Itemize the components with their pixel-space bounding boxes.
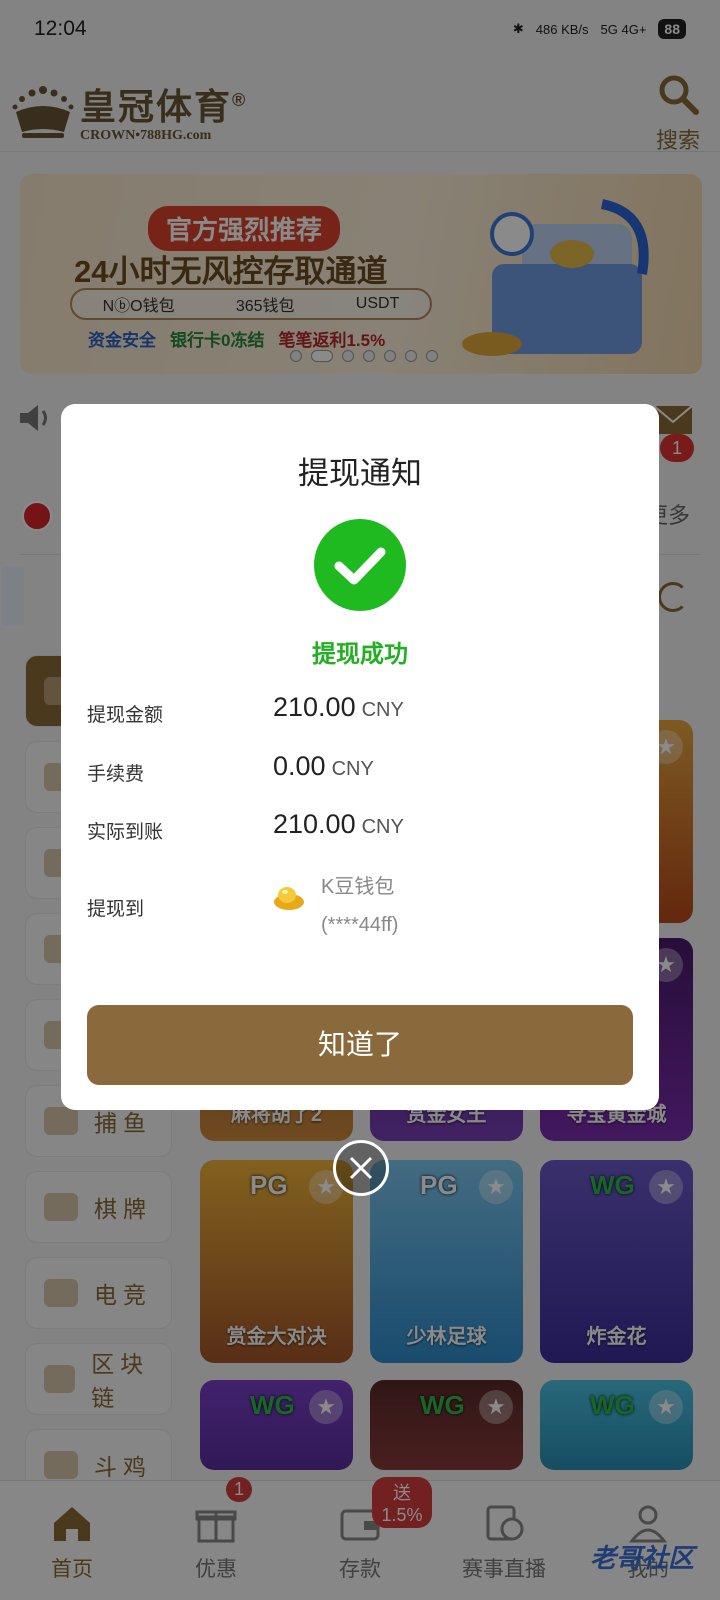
destination-row: 提现到 K豆钱包 (****44ff) <box>87 868 627 944</box>
row-label: 实际到账 <box>87 822 164 843</box>
row-unit: CNY <box>331 758 374 780</box>
destination-wallet: K豆钱包 (****44ff) <box>271 868 398 944</box>
row-value: 210.00 <box>273 809 356 839</box>
withdrawal-dialog: 提现通知 提现成功 提现金额 210.00 CNY 手续费 0.00 CNY 实际到… <box>61 404 659 1110</box>
close-icon <box>349 1156 373 1180</box>
row-value: 0.00 <box>273 751 326 781</box>
success-check-icon <box>314 519 406 611</box>
row-label: 提现金额 <box>87 705 164 726</box>
row-label: 提现到 <box>87 899 145 920</box>
wallet-name: K豆钱包 <box>321 876 395 898</box>
row-value: 210.00 <box>273 692 356 722</box>
dialog-status: 提现成功 <box>312 641 408 668</box>
row-unit: CNY <box>361 699 404 721</box>
dialog-title: 提现通知 <box>298 456 422 491</box>
close-button[interactable] <box>333 1140 389 1196</box>
row-unit: CNY <box>361 816 404 838</box>
withdraw-amount-row: 提现金额 210.00 CNY <box>87 692 627 727</box>
fee-row: 手续费 0.00 CNY <box>87 751 627 786</box>
wallet-account: (****44ff) <box>321 914 399 936</box>
acknowledge-button[interactable]: 知道了 <box>87 1005 633 1085</box>
row-label: 手续费 <box>87 764 145 785</box>
received-amount-row: 实际到账 210.00 CNY <box>87 809 627 844</box>
gold-bean-icon <box>274 887 304 910</box>
